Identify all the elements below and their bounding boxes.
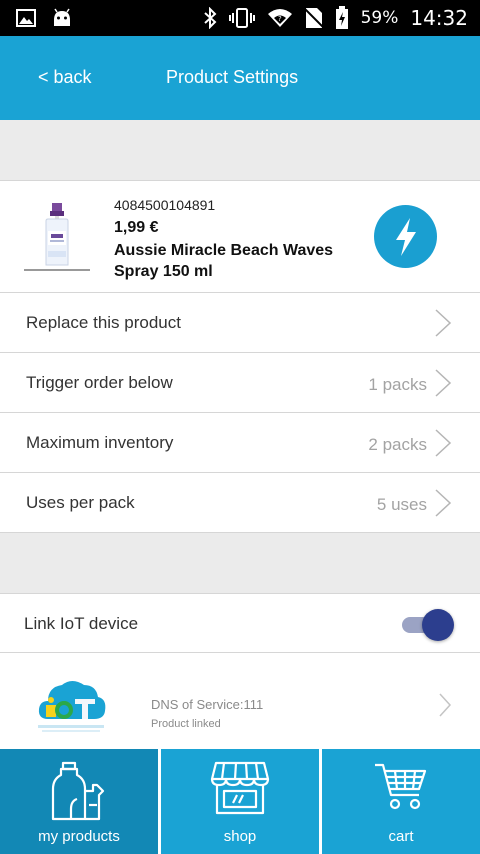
page-title: Product Settings bbox=[166, 67, 299, 87]
shop-icon bbox=[210, 761, 270, 815]
product-image bbox=[22, 199, 92, 275]
iot-cloud-icon bbox=[38, 681, 106, 732]
battery-percent: 59% bbox=[360, 8, 399, 28]
bluetooth-icon bbox=[203, 7, 217, 29]
setting-label: Trigger order below bbox=[26, 373, 173, 392]
products-icon bbox=[51, 761, 105, 821]
vibrate-icon bbox=[228, 7, 255, 29]
product-info: 4084500104891 1,99 € Aussie Miracle Beac… bbox=[114, 196, 354, 282]
setting-replace-product[interactable]: Replace this product bbox=[0, 293, 480, 353]
image-icon bbox=[16, 9, 36, 27]
setting-value: 5 uses bbox=[376, 495, 427, 514]
setting-value: 1 packs bbox=[368, 375, 427, 394]
chevron-right-icon bbox=[435, 429, 452, 457]
back-button[interactable]: < back bbox=[38, 67, 92, 88]
link-iot-label: Link IoT device bbox=[24, 614, 139, 633]
wifi-icon: ? bbox=[267, 8, 293, 28]
tab-label: cart bbox=[388, 828, 414, 845]
lightning-icon bbox=[396, 218, 416, 256]
link-iot-row: Link IoT device bbox=[0, 593, 480, 653]
tab-label: my products bbox=[38, 828, 120, 845]
device-name: DNS of Service:111 bbox=[151, 697, 264, 712]
status-bar: ? 59% 14:32 bbox=[0, 0, 480, 36]
tab-cart[interactable]: cart bbox=[322, 749, 480, 854]
tab-shop[interactable]: shop bbox=[161, 749, 319, 854]
setting-label: Maximum inventory bbox=[26, 433, 174, 452]
android-icon bbox=[52, 8, 72, 28]
link-iot-toggle[interactable] bbox=[402, 608, 454, 641]
product-ean: 4084500104891 bbox=[114, 197, 216, 213]
clock: 14:32 bbox=[410, 6, 468, 30]
chevron-right-icon bbox=[435, 309, 452, 337]
setting-uses-per-pack[interactable]: Uses per pack 5 uses bbox=[0, 473, 480, 533]
spacer bbox=[0, 120, 480, 180]
tab-my-products[interactable]: my products bbox=[0, 749, 158, 854]
setting-value: 2 packs bbox=[368, 435, 427, 454]
chevron-right-icon bbox=[439, 693, 452, 717]
chevron-right-icon bbox=[435, 489, 452, 517]
bottom-nav: my products shop cart bbox=[0, 749, 480, 854]
product-card: 4084500104891 1,99 € Aussie Miracle Beac… bbox=[0, 180, 480, 293]
no-sim-icon bbox=[304, 7, 323, 29]
setting-maximum-inventory[interactable]: Maximum inventory 2 packs bbox=[0, 413, 480, 473]
app-header: < back Product Settings bbox=[0, 36, 480, 120]
battery-icon bbox=[335, 6, 349, 30]
product-name: Aussie Miracle Beach Waves Spray 150 ml bbox=[114, 242, 334, 280]
cart-icon bbox=[375, 763, 427, 810]
tab-label: shop bbox=[223, 828, 257, 845]
quick-order-button[interactable] bbox=[374, 205, 437, 268]
setting-label: Replace this product bbox=[26, 313, 181, 332]
product-price: 1,99 € bbox=[114, 219, 159, 236]
setting-label: Uses per pack bbox=[26, 493, 135, 512]
device-status: Product linked bbox=[151, 718, 221, 730]
linked-device-row[interactable]: DNS of Service:111 Product linked bbox=[0, 653, 480, 749]
toggle-knob bbox=[422, 609, 454, 641]
setting-trigger-order[interactable]: Trigger order below 1 packs bbox=[0, 353, 480, 413]
svg-text:?: ? bbox=[278, 15, 282, 23]
chevron-right-icon bbox=[435, 369, 452, 397]
spacer bbox=[0, 533, 480, 593]
